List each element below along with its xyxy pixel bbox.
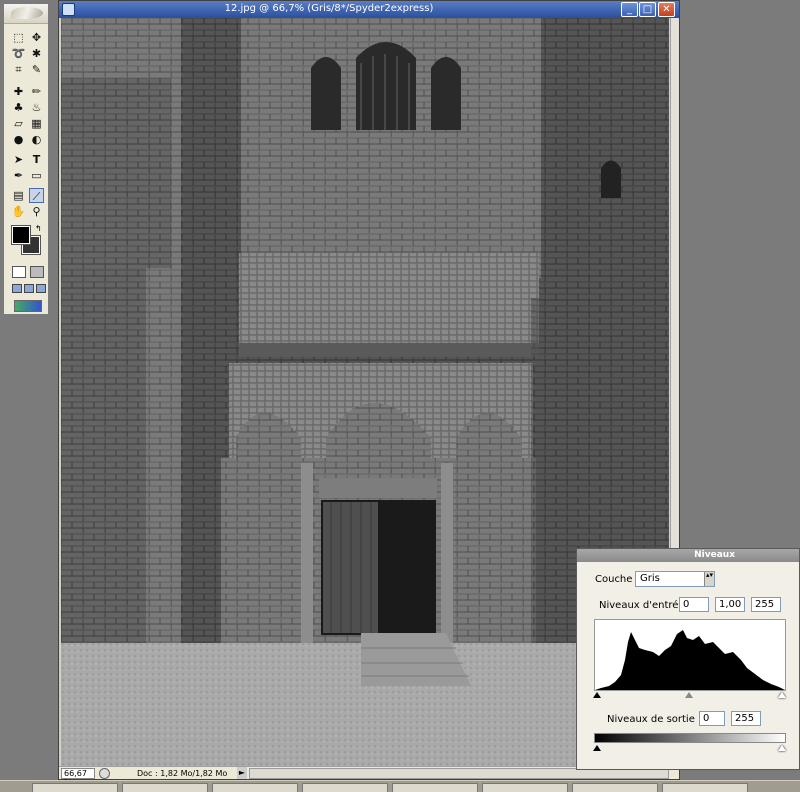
healing-icon[interactable]: ✚ [11,84,26,99]
taskbar-button[interactable] [32,783,118,792]
blur-icon[interactable]: ● [11,132,26,147]
levels-title[interactable]: Niveaux [577,549,799,562]
output-levels-label: Niveaux de sortie : [607,714,702,725]
taskbar-button[interactable] [662,783,748,792]
jump-to-imageready-button[interactable] [14,300,42,312]
quick-mask-button[interactable] [30,266,44,278]
zoom-icon[interactable]: ⚲ [29,204,44,219]
hand-icon[interactable]: ✋ [11,204,26,219]
lasso-icon[interactable]: ➰ [11,46,26,61]
type-icon[interactable]: T [29,152,44,167]
dropdown-arrow-icon[interactable]: ▴▾ [704,572,714,586]
shape-icon[interactable]: ▭ [29,168,44,183]
eyedropper-icon[interactable]: ⟋ [29,188,44,203]
taskbar-button[interactable] [302,783,388,792]
pen-icon[interactable]: ✒ [11,168,26,183]
taskbar-button[interactable] [572,783,658,792]
marquee-icon[interactable]: ⬚ [11,30,26,45]
output-black-slider[interactable] [593,745,601,751]
magic-wand-icon[interactable]: ✱ [29,46,44,61]
channel-value: Gris [640,573,660,584]
channel-label: Couche : [595,574,639,585]
output-white-field[interactable]: 255 [731,711,761,726]
input-levels-label: Niveaux d'entrée : [599,600,692,611]
status-icon[interactable] [99,768,110,779]
foreground-color-swatch[interactable] [11,225,31,245]
input-black-slider[interactable] [593,692,601,698]
document-title-bar[interactable]: 12.jpg @ 66,7% (Gris/8*/Spyder2express) … [59,1,679,18]
screen-mode-full-menu-button[interactable] [24,284,34,293]
maximize-button[interactable]: □ [639,2,656,17]
stamp-icon[interactable]: ♣ [11,100,26,115]
status-menu-arrow[interactable]: ► [237,767,247,779]
taskbar-strip [0,780,800,792]
gradient-icon[interactable]: ▦ [29,116,44,131]
input-white-slider[interactable] [778,692,786,698]
zoom-field[interactable]: 66,67 % [61,768,95,787]
swap-colors-icon[interactable]: ↰ [35,224,42,233]
crop-icon[interactable]: ⌗ [11,62,26,77]
document-title: 12.jpg @ 66,7% (Gris/8*/Spyder2express) [224,3,434,14]
levels-dialog: Niveaux Couche : Gris ▴▾ Niveaux d'entré… [576,548,800,770]
channel-select[interactable]: Gris ▴▾ [635,571,715,587]
screen-mode-standard-button[interactable] [12,284,22,293]
taskbar-button[interactable] [392,783,478,792]
input-gamma-slider[interactable] [685,692,693,698]
histogram-graph [595,630,785,690]
toolbox-header[interactable] [4,4,48,24]
input-gamma-field[interactable]: 1,00 [715,597,745,612]
brush-icon[interactable]: ✏ [29,84,44,99]
input-black-field[interactable]: 0 [679,597,709,612]
move-icon[interactable]: ✥ [29,30,44,45]
eraser-icon[interactable]: ▱ [11,116,26,131]
minimize-button[interactable]: _ [621,2,638,17]
histogram [594,619,786,691]
screen-mode-full-button[interactable] [36,284,46,293]
toolbox-panel: ⬚ ✥ ➰ ✱ ⌗ ✎ ✚ ✏ ♣ ♨ ▱ ▦ ● ◐ ➤ T ✒ ▭ ▤ ⟋ … [3,3,49,315]
history-brush-icon[interactable]: ♨ [29,100,44,115]
taskbar-button[interactable] [482,783,568,792]
path-select-icon[interactable]: ➤ [11,152,26,167]
histogram-shape [595,630,785,690]
dodge-icon[interactable]: ◐ [29,132,44,147]
feather-logo-icon[interactable] [11,7,43,19]
close-button[interactable]: ✕ [658,2,675,17]
input-white-field[interactable]: 255 [751,597,781,612]
output-black-field[interactable]: 0 [699,711,725,726]
doc-size-label: Doc : 1,82 Mo/1,82 Mo [137,769,228,778]
notes-icon[interactable]: ▤ [11,188,26,203]
output-white-slider[interactable] [778,745,786,751]
standard-mode-button[interactable] [12,266,26,278]
output-gradient-ramp [594,733,786,743]
taskbar-button[interactable] [212,783,298,792]
slice-icon[interactable]: ✎ [29,62,44,77]
taskbar-button[interactable] [122,783,208,792]
